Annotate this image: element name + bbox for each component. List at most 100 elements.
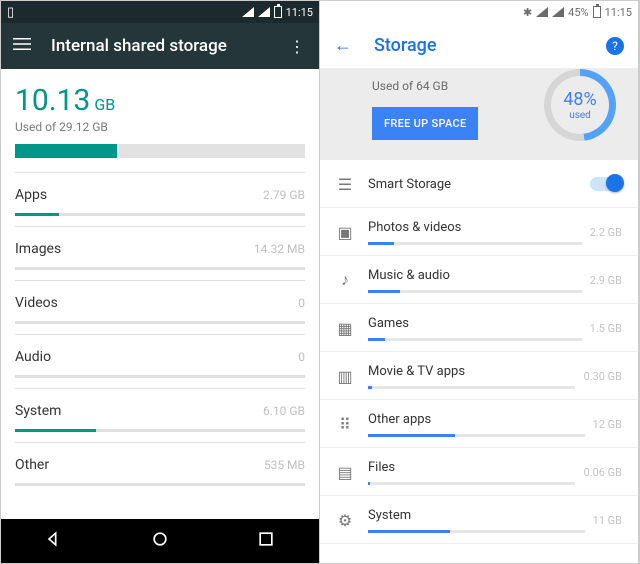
category-icon: ▥ [330, 367, 360, 386]
category-bar [368, 530, 585, 533]
category-label: Images [15, 241, 61, 257]
category-value: 535 MB [264, 458, 305, 472]
category-bar [15, 267, 305, 270]
smart-storage-row[interactable]: ☰ Smart Storage [320, 160, 638, 208]
category-row[interactable]: System6.10 GB [15, 388, 305, 442]
home-nav-icon[interactable] [150, 529, 170, 553]
menu-icon[interactable] [13, 35, 31, 57]
bluetooth-icon: ✱ [523, 6, 532, 19]
category-bar [15, 483, 305, 486]
category-label: Photos & videos [368, 220, 582, 235]
category-icon: ▣ [330, 223, 360, 242]
appbar: ← Storage ? [320, 23, 638, 69]
category-label: Other [15, 457, 49, 473]
category-value: 0.06 GB [583, 466, 622, 479]
total-progress [15, 144, 305, 158]
help-icon[interactable]: ? [606, 37, 624, 55]
list-icon: ☰ [330, 175, 360, 194]
ring-percent: 48% [563, 89, 596, 110]
category-row[interactable]: Apps 2.79 GB [15, 172, 305, 226]
total-progress-fill [15, 144, 117, 158]
category-value: 2.2 GB [590, 226, 622, 239]
category-row[interactable]: Audio 0 [15, 334, 305, 388]
category-value: 14.32 MB [254, 242, 305, 256]
category-row[interactable]: ▤ Files 0.06 GB [320, 448, 638, 496]
category-bar [368, 386, 575, 389]
category-value: 2.9 GB [590, 274, 622, 287]
category-label: Audio [15, 349, 51, 365]
used-subtitle: Used of 64 GB [372, 79, 478, 93]
category-value: 11 GB [593, 514, 622, 527]
overflow-icon[interactable]: ⋮ [289, 37, 305, 56]
category-row[interactable]: Other 535 MB [15, 442, 305, 496]
category-value: 2.79 GB [263, 188, 305, 202]
category-row[interactable]: ⠿ Other apps 12 GB [320, 400, 638, 448]
category-bar [368, 290, 582, 293]
ring-label: used [569, 110, 591, 121]
category-label: Games [368, 316, 582, 331]
category-row[interactable]: ▥ Movie & TV apps 0.30 GB [320, 352, 638, 400]
category-label: Other apps [368, 412, 585, 427]
signal-icon [258, 7, 270, 17]
storage-header: Used of 64 GB FREE UP SPACE 48% used [320, 69, 638, 160]
free-up-space-button[interactable]: FREE UP SPACE [372, 107, 478, 140]
category-bar [15, 213, 305, 216]
statusbar-right: ✱ 45% 11:15 [320, 1, 638, 23]
category-icon: ♪ [330, 270, 360, 290]
category-row[interactable]: Videos 0 [15, 280, 305, 334]
category-bar [368, 242, 582, 245]
category-label: Videos [15, 295, 58, 311]
phone-left-storage: ▯ 11:15 Internal shared storage ⋮ 10.13G… [1, 1, 320, 563]
battery-icon [593, 6, 601, 18]
category-row[interactable]: ▦ Games 1.5 GB [320, 304, 638, 352]
category-label: System [368, 508, 585, 523]
category-row[interactable]: ▣ Photos & videos 2.2 GB [320, 208, 638, 256]
used-amount: 10.13GB [15, 83, 305, 118]
category-icon: ▦ [330, 319, 360, 338]
back-nav-icon[interactable] [44, 529, 64, 553]
category-label: Files [368, 460, 575, 475]
category-bar [15, 429, 305, 432]
statusbar-left: ▯ 11:15 [1, 1, 319, 23]
category-value: 12 GB [593, 418, 622, 431]
wifi-icon [536, 7, 548, 17]
actionbar: Internal shared storage ⋮ [1, 23, 319, 69]
page-title: Internal shared storage [51, 36, 227, 56]
used-unit: GB [94, 95, 115, 114]
recents-nav-icon[interactable] [256, 529, 276, 553]
signal-icon [552, 7, 564, 17]
phone-right-storage: ✱ 45% 11:15 ← Storage ? Used of 64 GB FR… [320, 1, 639, 563]
category-label: Apps [15, 187, 47, 203]
page-title: Storage [374, 35, 437, 56]
category-value: 0 [298, 296, 305, 310]
category-value: 6.10 GB [263, 404, 305, 418]
battery-percent: 45% [568, 6, 588, 19]
category-icon: ▤ [330, 463, 360, 482]
smart-storage-toggle[interactable] [590, 177, 622, 191]
category-icon: ⚙ [330, 511, 360, 530]
category-label: Movie & TV apps [368, 364, 575, 379]
used-subtitle: Used of 29.12 GB [15, 120, 305, 134]
status-time: 11:15 [286, 6, 313, 19]
content-right: Used of 64 GB FREE UP SPACE 48% used ☰ S… [320, 69, 638, 563]
smart-storage-label: Smart Storage [368, 177, 590, 192]
category-value: 0.30 GB [583, 370, 622, 383]
category-value: 0 [298, 350, 305, 364]
usage-ring: 48% used [544, 69, 616, 141]
category-label: Music & audio [368, 268, 582, 283]
category-bar [15, 321, 305, 324]
category-bar [368, 338, 582, 341]
status-time: 11:15 [605, 6, 632, 19]
battery-icon [274, 6, 282, 18]
navbar [1, 519, 319, 563]
back-icon[interactable]: ← [334, 35, 352, 56]
category-row[interactable]: Images 14.32 MB [15, 226, 305, 280]
sim-icon: ▯ [7, 5, 14, 20]
category-bar [368, 482, 575, 485]
category-row[interactable]: ♪ Music & audio 2.9 GB [320, 256, 638, 304]
category-icon: ⠿ [330, 415, 360, 434]
category-row[interactable]: ⚙ System 11 GB [320, 496, 638, 544]
category-bar [15, 375, 305, 378]
category-value: 1.5 GB [590, 322, 622, 335]
used-value: 10.13 [15, 83, 90, 118]
